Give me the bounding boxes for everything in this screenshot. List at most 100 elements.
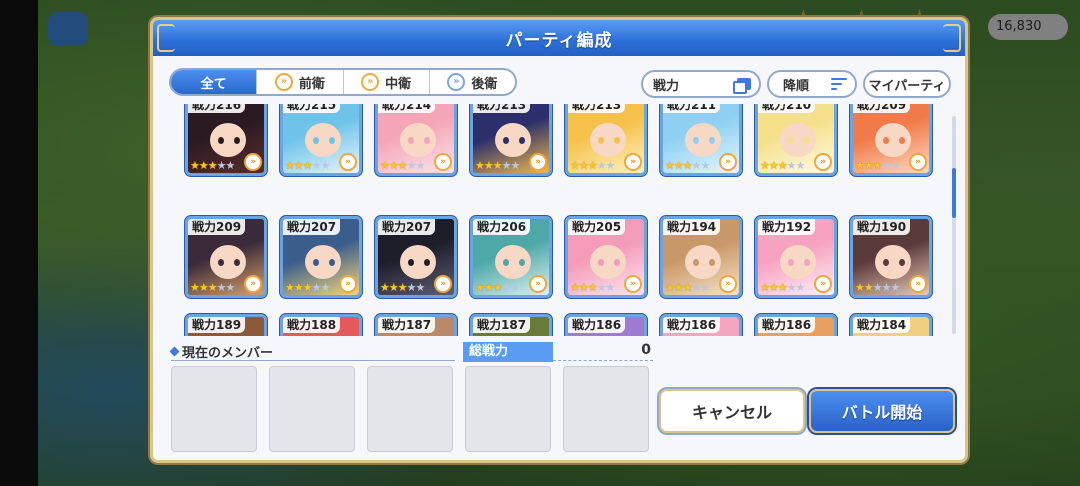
character-card[interactable]: 戦力190 ★★★★★»	[850, 216, 932, 298]
character-card[interactable]: 戦力189	[185, 314, 267, 336]
my-party-button[interactable]: マイパーティ	[863, 70, 951, 98]
character-eye	[614, 137, 620, 144]
character-card[interactable]: 戦力194 ★★★★★»	[660, 216, 742, 298]
character-card[interactable]: 戦力207 ★★★★★»	[375, 216, 457, 298]
sort-label: 降順	[783, 78, 810, 94]
character-face	[400, 245, 436, 279]
chevron-back-icon: »	[447, 73, 466, 91]
character-eye	[598, 137, 604, 144]
character-eye	[899, 259, 905, 266]
power-label: 戦力184	[853, 317, 911, 333]
character-face	[305, 123, 341, 157]
members-title: 現在のメンバー	[182, 346, 274, 361]
power-label: 戦力205	[568, 219, 626, 235]
character-card[interactable]: 戦力209 ★★★★★»	[850, 104, 932, 176]
character-card[interactable]: 戦力187	[375, 314, 457, 336]
star-icon: ★	[760, 281, 770, 294]
star-icon: ★	[855, 159, 865, 172]
character-card[interactable]: 戦力211 ★★★★★»	[660, 104, 742, 176]
star-icon: ★	[406, 159, 417, 172]
character-card[interactable]: 戦力210 ★★★★★»	[755, 104, 837, 176]
character-eye	[614, 259, 620, 266]
sort-order-button[interactable]: 降順	[767, 70, 857, 98]
character-card[interactable]: 戦力214 ★★★★★»	[375, 104, 457, 176]
star-icon: ★	[475, 159, 485, 172]
character-card[interactable]: 戦力186	[755, 314, 837, 336]
star-icon: ★	[501, 159, 512, 172]
rarity-stars: ★★★★★	[760, 281, 805, 294]
star-icon: ★	[207, 281, 218, 294]
cancel-button[interactable]: キャンセル	[659, 389, 805, 433]
tab-middle[interactable]: » 中衛	[344, 70, 430, 94]
tab-front[interactable]: » 前衛	[257, 70, 344, 94]
star-icon: ★	[777, 159, 788, 172]
character-card[interactable]: 戦力207 ★★★★★»	[280, 216, 362, 298]
star-icon: ★	[501, 281, 512, 294]
power-label: 戦力192	[758, 219, 816, 235]
star-icon: ★	[795, 159, 806, 172]
character-face	[780, 123, 816, 157]
character-card[interactable]: 戦力206 ★★★★★»	[470, 216, 552, 298]
character-card[interactable]: 戦力213 ★★★★★»	[565, 104, 647, 176]
character-eye	[598, 259, 604, 266]
rarity-stars: ★★★★★	[380, 159, 425, 172]
character-card[interactable]: 戦力184	[850, 314, 932, 336]
star-icon: ★	[225, 159, 236, 172]
character-card[interactable]: 戦力188	[280, 314, 362, 336]
position-chevron-icon: »	[434, 153, 452, 171]
star-icon: ★	[890, 159, 901, 172]
star-icon: ★	[510, 281, 521, 294]
power-label: 戦力216	[188, 104, 246, 113]
member-slot[interactable]	[465, 366, 551, 452]
rarity-stars: ★★★★★	[380, 281, 426, 294]
rarity-stars: ★★★★★	[570, 159, 616, 172]
character-eye	[883, 137, 889, 144]
tab-back[interactable]: » 後衛	[430, 70, 515, 94]
power-filter-button[interactable]: 戦力	[641, 70, 761, 98]
character-face	[590, 123, 626, 157]
member-slot[interactable]	[367, 366, 453, 452]
character-card[interactable]: 戦力186	[565, 314, 647, 336]
character-card[interactable]: 戦力205 ★★★★★»	[565, 216, 647, 298]
star-icon: ★	[605, 159, 616, 172]
member-slot[interactable]	[171, 366, 257, 452]
character-card[interactable]: 戦力209 ★★★★★»	[185, 216, 267, 298]
total-power-value: 0	[641, 342, 651, 358]
battle-start-button[interactable]: バトル開始	[809, 389, 955, 433]
tab-label: 全て	[200, 76, 227, 92]
character-eye	[693, 137, 699, 144]
star-icon: ★	[492, 281, 503, 294]
power-label: 戦力189	[188, 317, 246, 333]
power-label: 戦力206	[473, 219, 531, 235]
character-eye	[883, 259, 889, 266]
star-icon: ★	[415, 281, 426, 294]
scrollbar[interactable]	[952, 116, 956, 334]
star-icon: ★	[492, 159, 503, 172]
power-label: 戦力188	[283, 317, 341, 333]
star-icon: ★	[207, 159, 218, 172]
character-card[interactable]: 戦力215 ★★★★★»	[280, 104, 362, 176]
member-slot[interactable]	[563, 366, 649, 452]
character-card[interactable]: 戦力213 ★★★★★»	[470, 104, 552, 176]
star-icon: ★	[570, 281, 580, 294]
position-chevron-icon: »	[909, 275, 927, 293]
divider	[553, 360, 653, 361]
character-card[interactable]: 戦力187	[470, 314, 552, 336]
tab-all[interactable]: 全て	[171, 70, 258, 94]
character-card[interactable]: 戦力216 ★★★★★»	[185, 104, 267, 176]
star-icon: ★	[863, 281, 874, 294]
star-icon: ★	[596, 159, 607, 172]
star-icon: ★	[777, 281, 788, 294]
dialog-title: パーティ編成	[505, 30, 613, 51]
character-card[interactable]: 戦力186	[660, 314, 742, 336]
member-slot[interactable]	[269, 366, 355, 452]
position-chevron-icon: »	[814, 275, 832, 293]
character-card[interactable]: 戦力192 ★★★★★»	[755, 216, 837, 298]
star-icon: ★	[578, 281, 589, 294]
scroll-thumb[interactable]	[952, 168, 956, 218]
position-chevron-icon: »	[529, 275, 547, 293]
star-icon: ★	[293, 159, 304, 172]
star-icon: ★	[890, 281, 901, 294]
star-icon: ★	[872, 281, 883, 294]
star-icon: ★	[881, 159, 892, 172]
